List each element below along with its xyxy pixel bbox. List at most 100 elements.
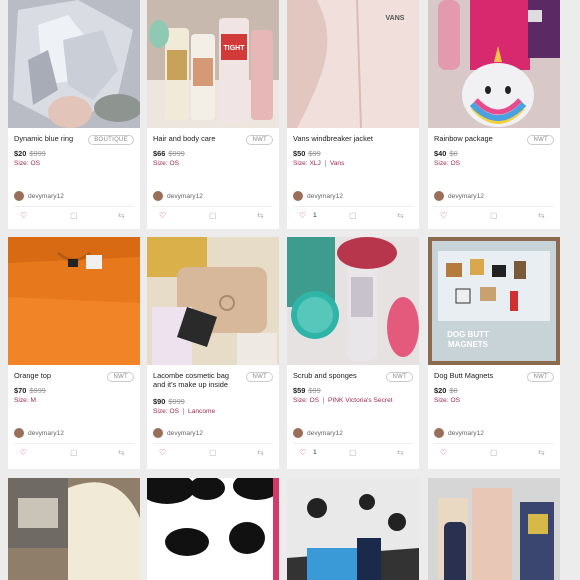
price-row: $50 $99: [293, 149, 321, 158]
listing-title[interactable]: Scrub and sponges: [293, 371, 373, 380]
listing-title[interactable]: Dog Butt Magnets: [434, 371, 514, 380]
avatar[interactable]: [14, 191, 24, 201]
share-icon[interactable]: ⇆: [538, 210, 545, 222]
listing-size[interactable]: Size: XLJ: [293, 160, 321, 167]
seller-info[interactable]: devymary12: [434, 191, 484, 201]
listing-image[interactable]: TIGHT: [147, 0, 279, 128]
listing-card[interactable]: Dynamic blue ring BOUTIQUE $20 $999 Size:…: [8, 0, 140, 229]
share-icon[interactable]: ⇆: [118, 447, 125, 459]
seller-username[interactable]: devymary12: [167, 430, 203, 437]
listing-image[interactable]: [147, 478, 279, 580]
heart-icon[interactable]: ♡: [299, 447, 306, 459]
listing-image[interactable]: [287, 237, 419, 365]
seller-username[interactable]: devymary12: [307, 193, 343, 200]
heart-icon[interactable]: ♡: [440, 447, 447, 459]
listing-card[interactable]: [8, 478, 140, 580]
listing-brand[interactable]: Vans: [324, 160, 345, 167]
size-row: Size: OS: [14, 160, 40, 167]
share-icon[interactable]: ⇆: [397, 210, 404, 222]
seller-username[interactable]: devymary12: [28, 430, 64, 437]
listing-title[interactable]: Vans windbreaker jacket: [293, 134, 373, 143]
listing-brand[interactable]: PINK Victoria's Secret: [323, 397, 393, 404]
share-icon[interactable]: ⇆: [397, 447, 404, 459]
listing-card[interactable]: Orange top NWT $70 $999 Size: M devymary1…: [8, 237, 140, 469]
heart-icon[interactable]: ♡: [159, 447, 166, 459]
listing-image[interactable]: [287, 478, 419, 580]
listing-size[interactable]: Size: OS: [14, 160, 40, 167]
condition-badge: BOUTIQUE: [88, 135, 134, 145]
seller-username[interactable]: devymary12: [448, 193, 484, 200]
listing-size[interactable]: Size: OS: [293, 397, 319, 404]
comment-icon[interactable]: ▢: [70, 447, 78, 459]
listing-card[interactable]: Lacombe cosmetic bag and it's make up in…: [147, 237, 279, 469]
seller-info[interactable]: devymary12: [293, 191, 343, 201]
card-actions: ♡ ▢ ⇆: [434, 210, 554, 222]
seller-info[interactable]: devymary12: [14, 191, 64, 201]
avatar[interactable]: [293, 191, 303, 201]
heart-icon[interactable]: ♡: [20, 210, 27, 222]
seller-info[interactable]: devymary12: [153, 428, 203, 438]
listing-size[interactable]: Size: OS: [434, 397, 460, 404]
comment-icon[interactable]: ▢: [490, 447, 498, 459]
heart-icon[interactable]: ♡: [20, 447, 27, 459]
listing-card[interactable]: [287, 478, 419, 580]
listing-card[interactable]: [147, 478, 279, 580]
listing-card[interactable]: Rainbow package NWT $40 $0 Size: OS devym…: [428, 0, 560, 229]
listing-card[interactable]: DOG BUTT MAGNETS Dog Butt Magnets NWT $2…: [428, 237, 560, 469]
heart-icon[interactable]: ♡: [299, 210, 306, 222]
size-row: Size: OS: [434, 160, 460, 167]
seller-username[interactable]: devymary12: [167, 193, 203, 200]
listing-card[interactable]: Scrub and sponges NWT $59 $99 Size: OS PIN…: [287, 237, 419, 469]
listing-size[interactable]: Size: OS: [434, 160, 460, 167]
listing-title[interactable]: Rainbow package: [434, 134, 514, 143]
avatar[interactable]: [434, 191, 444, 201]
listing-brand[interactable]: Lancome: [183, 408, 216, 415]
listing-image[interactable]: [8, 237, 140, 365]
listing-image[interactable]: DOG BUTT MAGNETS: [428, 237, 560, 365]
listing-card[interactable]: TIGHT Hair and body care NWT $66 $999 Siz…: [147, 0, 279, 229]
seller-username[interactable]: devymary12: [307, 430, 343, 437]
avatar[interactable]: [153, 428, 163, 438]
price-row: $59 $99: [293, 386, 321, 395]
avatar[interactable]: [293, 428, 303, 438]
listing-title[interactable]: Orange top: [14, 371, 94, 380]
listing-size[interactable]: Size: OS: [153, 160, 179, 167]
listing-image[interactable]: [428, 478, 560, 580]
listing-card[interactable]: VANS Vans windbreaker jacket $50 $99 Size…: [287, 0, 419, 229]
heart-icon[interactable]: ♡: [159, 210, 166, 222]
listing-size[interactable]: Size: M: [14, 397, 36, 404]
avatar[interactable]: [14, 428, 24, 438]
listing-card[interactable]: [428, 478, 560, 580]
card-actions: ♡ ▢ ⇆: [153, 210, 273, 222]
listing-title[interactable]: Lacombe cosmetic bag and it's make up in…: [153, 371, 233, 389]
listing-image[interactable]: [8, 0, 140, 128]
share-icon[interactable]: ⇆: [257, 210, 264, 222]
comment-icon[interactable]: ▢: [209, 210, 217, 222]
listing-title[interactable]: Dynamic blue ring: [14, 134, 94, 143]
comment-icon[interactable]: ▢: [490, 210, 498, 222]
comment-icon[interactable]: ▢: [70, 210, 78, 222]
seller-username[interactable]: devymary12: [28, 193, 64, 200]
original-price: $0: [449, 386, 458, 395]
listing-title[interactable]: Hair and body care: [153, 134, 233, 143]
avatar[interactable]: [153, 191, 163, 201]
listing-size[interactable]: Size: OS: [153, 408, 179, 415]
seller-info[interactable]: devymary12: [293, 428, 343, 438]
size-row: Size: OS PINK Victoria's Secret: [293, 397, 393, 404]
comment-icon[interactable]: ▢: [349, 210, 357, 222]
share-icon[interactable]: ⇆: [257, 447, 264, 459]
listing-image[interactable]: [428, 0, 560, 128]
heart-icon[interactable]: ♡: [440, 210, 447, 222]
avatar[interactable]: [434, 428, 444, 438]
comment-icon[interactable]: ▢: [209, 447, 217, 459]
share-icon[interactable]: ⇆: [118, 210, 125, 222]
listing-image[interactable]: VANS: [287, 0, 419, 128]
seller-info[interactable]: devymary12: [14, 428, 64, 438]
listing-image[interactable]: [147, 237, 279, 365]
seller-info[interactable]: devymary12: [434, 428, 484, 438]
comment-icon[interactable]: ▢: [349, 447, 357, 459]
seller-info[interactable]: devymary12: [153, 191, 203, 201]
seller-username[interactable]: devymary12: [448, 430, 484, 437]
listing-image[interactable]: [8, 478, 140, 580]
share-icon[interactable]: ⇆: [538, 447, 545, 459]
